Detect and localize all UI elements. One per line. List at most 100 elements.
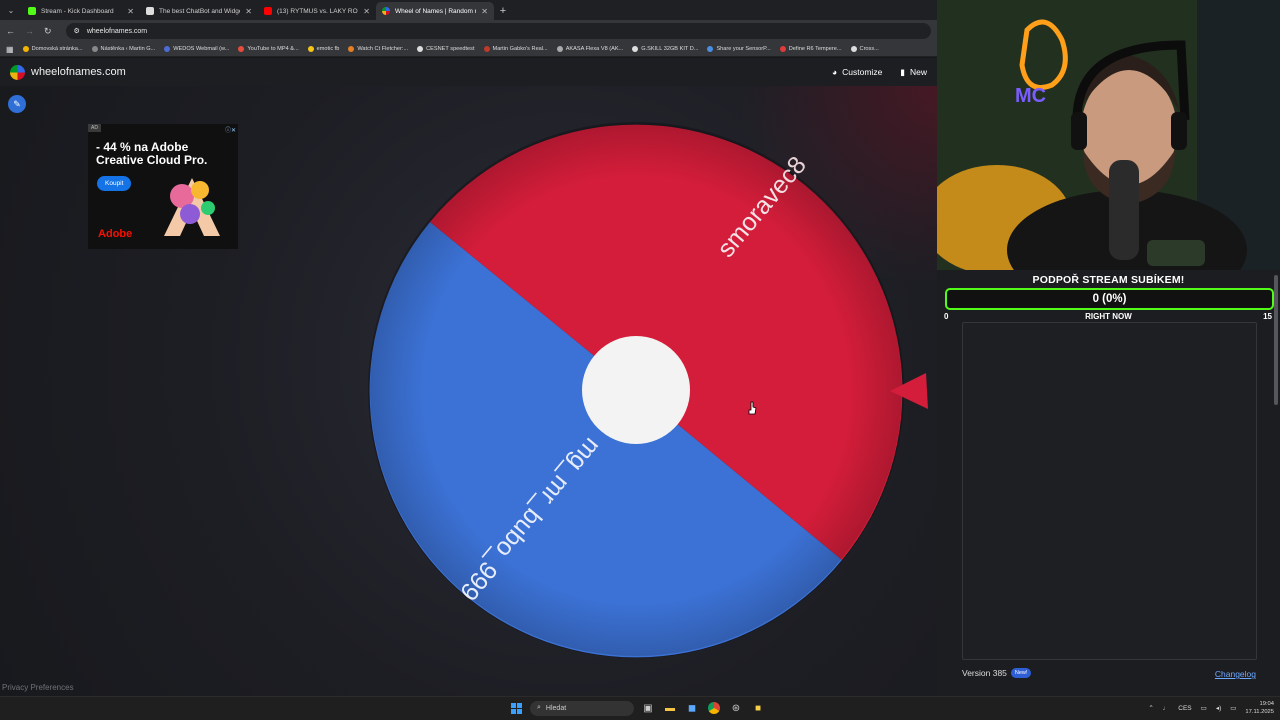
privacy-preferences-link[interactable]: Privacy Preferences [2,683,74,692]
taskbar-search-box[interactable]: ⌕ Hledat [530,700,634,716]
bookmark-label: Share your SensorP... [716,46,771,52]
kick-favicon-icon [28,7,36,15]
browser-tab[interactable]: (13) RYTMUS vs. LAKY ROYAL ✕ [258,2,376,20]
customize-button[interactable]: ◕ Customize [832,67,882,77]
bookmark-item[interactable]: Share your SensorP... [707,46,771,52]
battery-icon[interactable]: ▭ [1230,704,1236,712]
scrollbar-thumb[interactable] [1274,275,1278,405]
new-badge: New! [1010,668,1032,678]
close-tab-icon[interactable]: ✕ [363,7,370,16]
bookmark-item[interactable]: Define R6 Tempere... [779,46,842,52]
bookmark-favicon-icon [417,46,424,52]
webcam-overlay: MC [937,0,1280,270]
stream-goal-widget: PODPOŘ STREAM SUBÍKEM! 0 (0%) 0 RIGHT NO… [937,270,1280,696]
tab-search-icon[interactable]: ⌄ [0,0,22,20]
bookmark-label: Cross... [859,46,879,52]
language-indicator[interactable]: CES [1178,705,1191,712]
site-info-icon[interactable]: ⚙ [74,27,80,35]
bookmark-label: CESNET speedtest [426,46,475,52]
bookmark-label: Nástěnka ‹ Martin G... [100,46,156,52]
goal-progress-bar: 0 (0%) [945,288,1274,310]
main-area: ✎ AD ⓘ✕ - 44 % na Adobe Creative Cloud P… [0,86,937,696]
wheel-of-names[interactable]: smoravec8 mg_mr_bubo_999 [0,86,937,696]
new-button[interactable]: ▮ New [900,67,927,78]
apps-grid-icon[interactable]: ▦ [6,45,14,54]
close-tab-icon[interactable]: ✕ [127,7,134,16]
bookmark-label: Martin Gabko's Real... [492,46,548,52]
bookmark-item[interactable]: CESNET speedtest [417,46,475,52]
chevron-up-icon[interactable]: ⌃ [1148,704,1153,712]
sticky-notes-icon[interactable]: ■ [750,700,766,716]
network-icon[interactable]: ▭ [1201,704,1207,712]
bookmark-favicon-icon [22,46,29,52]
bookmark-favicon-icon [707,46,714,52]
store-icon[interactable]: ◼ [684,700,700,716]
app-icon[interactable]: ⊛ [728,700,744,716]
bookmark-favicon-icon [556,46,563,52]
new-file-icon: ▮ [900,66,905,77]
bookmark-item[interactable]: WEDOS Webmail (w... [164,46,229,52]
taskbar: ⌕ Hledat ▣ ▬ ◼ ⊛ ■ ⌃ ♩ CES ▭ ◂) ▭ 19:04 … [0,696,1280,720]
url-text: wheelofnames.com [86,27,148,35]
close-tab-icon[interactable]: ✕ [245,7,252,16]
bookmark-label: Watch Ct Fletcher:... [357,46,409,52]
bookmark-item[interactable]: Watch Ct Fletcher:... [348,46,408,52]
goal-title: PODPOŘ STREAM SUBÍKEM! [1032,274,1185,286]
browser-tab-strip: ⌄ Stream - Kick Dashboard ✕ The best Cha… [0,0,937,20]
svg-text:MC: MC [1015,85,1046,107]
file-explorer-icon[interactable]: ▬ [662,700,678,716]
streamer-camera-image: MC [937,0,1280,270]
bookmark-favicon-icon [91,46,98,52]
chatbot-favicon-icon [146,7,154,15]
goal-progress-text: 0 (0%) [1092,293,1127,305]
entries-panel [962,322,1257,660]
browser-tab-active[interactable]: Wheel of Names | Random nam ✕ [376,2,494,20]
site-name[interactable]: wheelofnames.com [31,66,126,78]
bookmark-label: G.SKILL 32GB KIT D... [641,46,699,52]
bookmark-item[interactable]: G.SKILL 32GB KIT D... [632,46,698,52]
wheel-center-button[interactable] [582,336,690,444]
task-view-icon[interactable]: ▣ [640,700,656,716]
bookmark-item[interactable]: emotic fb [307,46,339,52]
windows-start-icon[interactable] [508,700,524,716]
bookmark-favicon-icon [164,46,171,52]
forward-icon[interactable]: → [25,26,34,36]
microphone-icon[interactable]: ♩ [1163,705,1170,712]
bookmark-item[interactable]: Cross... [850,46,879,52]
new-tab-icon[interactable]: + [494,2,512,20]
back-icon[interactable]: ← [6,26,15,36]
bookmark-item[interactable]: YouTube to MP4 &... [238,46,299,52]
goal-label: RIGHT NOW [1085,312,1132,321]
site-header: wheelofnames.com ◕ Customize ▮ New [0,58,937,86]
version-info: Version 385 New! [962,668,1032,678]
taskbar-clock[interactable]: 19:04 17.11.2025 [1245,700,1274,716]
palette-icon: ◕ [832,67,838,77]
bookmarks-bar: ▦ Domovská stránka... Nástěnka ‹ Martin G… [0,42,937,57]
wheel-favicon-icon [382,7,390,15]
browser-tab[interactable]: The best ChatBot and Widgets ✕ [140,2,258,20]
bookmark-item[interactable]: Martin Gabko's Real... [483,46,548,52]
scrollbar[interactable] [1274,270,1278,696]
changelog-link[interactable]: Changelog [1215,669,1256,679]
bookmark-label: WEDOS Webmail (w... [173,46,230,52]
bookmark-label: YouTube to MP4 &... [247,46,299,52]
browser-tab[interactable]: Stream - Kick Dashboard ✕ [22,2,140,20]
bookmark-label: AKASA Flexa V8 (AK... [565,46,624,52]
bookmark-item[interactable]: AKASA Flexa V8 (AK... [556,46,624,52]
bookmark-favicon-icon [850,46,857,52]
address-bar[interactable]: ⚙ wheelofnames.com [65,23,931,39]
bookmark-favicon-icon [483,46,490,52]
search-icon: ⌕ [537,704,541,711]
chrome-icon[interactable] [706,700,722,716]
wheel-logo-icon[interactable] [10,64,25,80]
youtube-favicon-icon [264,7,272,15]
close-tab-icon[interactable]: ✕ [481,7,488,16]
reload-icon[interactable]: ↻ [44,26,52,37]
bookmark-item[interactable]: Domovská stránka... [22,46,83,52]
bookmark-favicon-icon [348,46,355,52]
bookmark-label: Domovská stránka... [31,46,83,52]
bookmark-item[interactable]: Nástěnka ‹ Martin G... [91,46,156,52]
browser-toolbar: ← → ↻ ⚙ wheelofnames.com [0,20,937,42]
volume-icon[interactable]: ◂) [1216,704,1221,712]
bookmark-favicon-icon [632,46,639,52]
